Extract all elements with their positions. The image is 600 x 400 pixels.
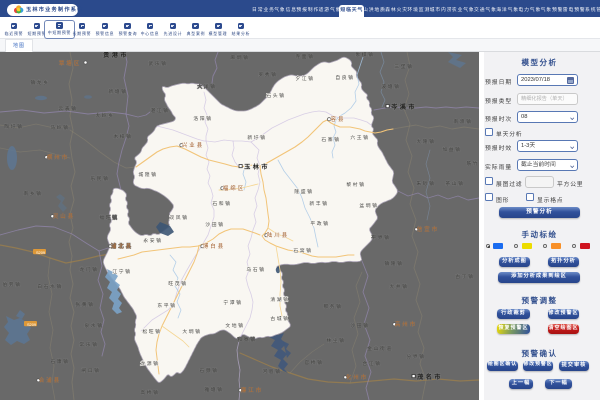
svg-text:南渡镇: 南渡镇	[453, 118, 472, 125]
svg-text:文地镇: 文地镇	[225, 322, 244, 329]
svg-text:木梓镇: 木梓镇	[113, 133, 132, 140]
svg-text:沙田镇: 沙田镇	[350, 322, 369, 329]
svg-text:贵港市: 贵港市	[103, 52, 129, 59]
svg-text:茂名市: 茂名市	[417, 373, 443, 381]
svg-text:大岭乡: 大岭乡	[95, 112, 114, 119]
svg-text:六王镇: 六王镇	[350, 134, 369, 141]
svg-text:武乐镇: 武乐镇	[148, 60, 167, 67]
svg-text:分界镇: 分界镇	[406, 353, 425, 360]
svg-text:镇龙乡: 镇龙乡	[30, 79, 49, 86]
svg-text:覃塘区: 覃塘区	[59, 59, 81, 67]
svg-text:廉江市: 廉江市	[241, 386, 263, 394]
svg-text:夕江镇: 夕江镇	[295, 75, 314, 82]
svg-text:乐民镇: 乐民镇	[90, 175, 109, 182]
svg-text:大隆镇: 大隆镇	[416, 138, 435, 145]
svg-text:黎村镇: 黎村镇	[346, 181, 365, 188]
svg-text:马岭镇: 马岭镇	[50, 124, 69, 131]
svg-text:城隍镇: 城隍镇	[138, 171, 157, 178]
svg-text:信宜市: 信宜市	[417, 225, 439, 233]
svg-text:三堡镇: 三堡镇	[394, 63, 413, 70]
svg-text:寺面镇: 寺面镇	[295, 53, 314, 60]
svg-text:旺茂镇: 旺茂镇	[168, 280, 187, 287]
svg-text:林尘镇: 林尘镇	[326, 337, 345, 344]
svg-text:白石水镇: 白石水镇	[37, 283, 63, 290]
svg-text:洛阳镇: 洛阳镇	[193, 115, 212, 122]
svg-text:清湖镇: 清湖镇	[270, 296, 289, 303]
svg-text:河唇镇: 河唇镇	[262, 368, 281, 375]
svg-text:灵山县: 灵山县	[53, 212, 75, 220]
svg-text:乌石镇: 乌石镇	[246, 266, 265, 273]
svg-text:闸口镇: 闸口镇	[81, 367, 100, 374]
svg-text:陶圩镇: 陶圩镇	[4, 123, 23, 130]
svg-text:平界镇: 平界镇	[371, 234, 390, 241]
svg-text:宁潭镇: 宁潭镇	[223, 299, 242, 306]
svg-text:湛江镇: 湛江镇	[150, 107, 169, 114]
svg-text:容县: 容县	[331, 115, 346, 123]
svg-text:金山街道: 金山街道	[367, 345, 393, 352]
svg-text:古丁镇: 古丁镇	[455, 273, 474, 280]
svg-text:南乡镇: 南乡镇	[23, 190, 42, 197]
svg-text:浦北县: 浦北县	[111, 242, 133, 250]
svg-text:和寮镇: 和寮镇	[237, 336, 256, 343]
svg-text:永安镇: 永安镇	[143, 237, 162, 244]
svg-text:石窝镇: 石窝镇	[293, 247, 312, 254]
svg-text:麻垌镇: 麻垌镇	[230, 54, 249, 61]
svg-text:横州市: 横州市	[47, 153, 69, 161]
svg-text:东平镇: 东平镇	[157, 302, 176, 309]
svg-text:博白县: 博白县	[203, 242, 225, 250]
svg-text:石和镇: 石和镇	[212, 200, 231, 207]
svg-text:平政镇: 平政镇	[310, 220, 329, 227]
svg-text:大垌镇: 大垌镇	[182, 328, 201, 335]
svg-text:石康镇: 石康镇	[50, 358, 69, 365]
svg-text:隆盛镇: 隆盛镇	[294, 188, 313, 195]
svg-text:朱砂镇: 朱砂镇	[416, 180, 435, 187]
svg-text:常乐镇: 常乐镇	[79, 341, 98, 348]
svg-text:波塘镇: 波塘镇	[381, 83, 400, 90]
svg-text:加益镇: 加益镇	[442, 146, 461, 153]
svg-text:玉林市: 玉林市	[244, 163, 270, 171]
svg-text:合浦县: 合浦县	[39, 376, 61, 384]
svg-text:化州市: 化州市	[346, 373, 368, 381]
svg-text:罗秀镇: 罗秀镇	[258, 71, 277, 78]
svg-text:新塘镇: 新塘镇	[108, 88, 127, 95]
svg-text:福绵区: 福绵区	[223, 184, 245, 192]
svg-text:石寨镇: 石寨镇	[321, 136, 340, 143]
svg-text:盆垌镇: 盆垌镇	[359, 202, 378, 209]
svg-text:张黄镇: 张黄镇	[75, 301, 94, 308]
svg-text:松旺镇: 松旺镇	[142, 328, 161, 335]
svg-text:那务镇: 那务镇	[323, 303, 342, 310]
svg-text:双凤镇: 双凤镇	[169, 214, 188, 221]
svg-text:大洋镇: 大洋镇	[197, 83, 216, 90]
svg-text:石头镇: 石头镇	[266, 92, 285, 99]
svg-text:象棋镇: 象棋镇	[355, 52, 374, 58]
svg-text:云表镇: 云表镇	[58, 105, 77, 112]
svg-text:新圩镇: 新圩镇	[247, 134, 266, 141]
svg-text:高桥镇: 高桥镇	[140, 389, 159, 396]
svg-text:沙田镇: 沙田镇	[205, 221, 224, 228]
svg-text:江宁镇: 江宁镇	[112, 268, 131, 275]
svg-text:雅塘镇: 雅塘镇	[204, 386, 223, 393]
svg-text:筋竹镇: 筋竹镇	[466, 160, 479, 167]
svg-text:龙源镇: 龙源镇	[140, 360, 159, 367]
svg-text:高州市: 高州市	[395, 320, 417, 328]
svg-text:自良镇: 自良镇	[335, 74, 354, 81]
svg-text:茶山镇: 茶山镇	[445, 180, 464, 187]
svg-text:岑溪市: 岑溪市	[391, 103, 417, 111]
svg-text:官桥镇: 官桥镇	[304, 359, 323, 366]
svg-text:兴业县: 兴业县	[182, 141, 204, 149]
svg-text:龙门镇: 龙门镇	[79, 266, 98, 273]
svg-text:陆川县: 陆川县	[267, 231, 289, 239]
svg-text:S209: S209	[27, 322, 36, 327]
svg-text:镇隆镇: 镇隆镇	[384, 260, 403, 267]
svg-text:新丰镇: 新丰镇	[309, 200, 328, 207]
svg-text:泉水镇: 泉水镇	[84, 322, 103, 329]
svg-text:S209: S209	[36, 250, 45, 255]
svg-text:古城镇: 古城镇	[270, 315, 289, 322]
svg-text:石颈镇: 石颈镇	[199, 367, 218, 374]
svg-text:大井镇: 大井镇	[389, 283, 408, 290]
svg-text:合江镇: 合江镇	[362, 360, 381, 367]
svg-text:福旺镇: 福旺镇	[99, 214, 118, 221]
svg-text:伯劳镇: 伯劳镇	[2, 281, 21, 288]
